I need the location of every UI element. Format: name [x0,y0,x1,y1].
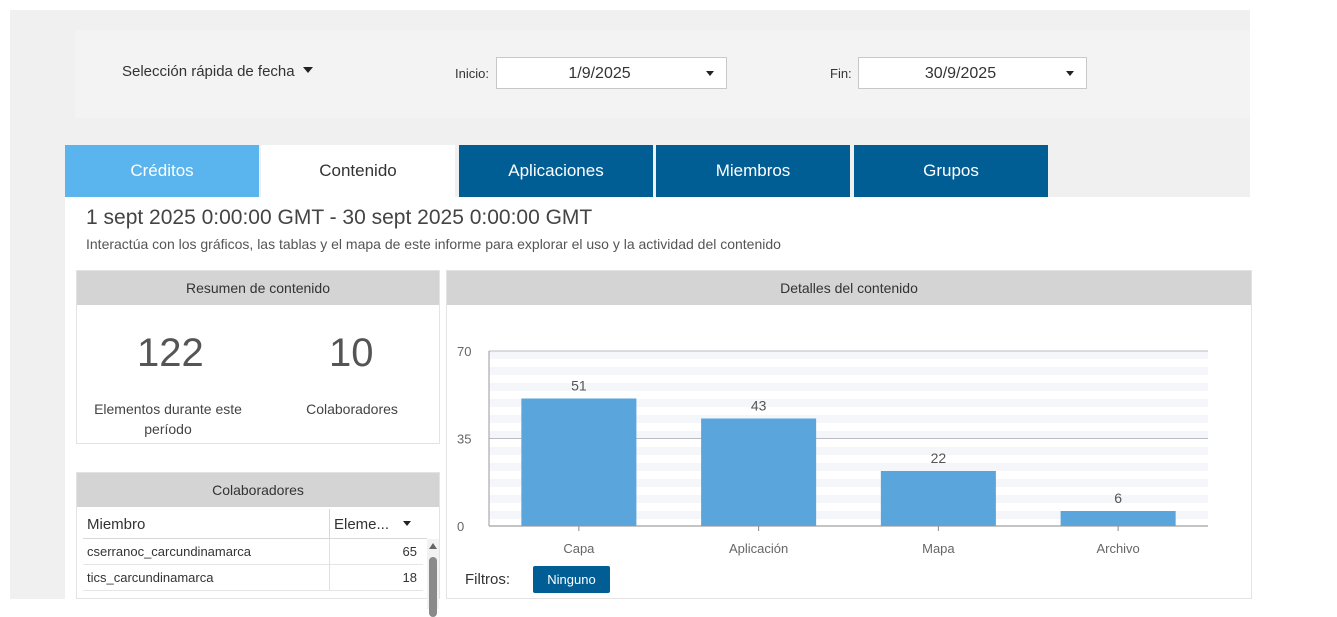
report-date-range: 1 sept 2025 0:00:00 GMT - 30 sept 2025 0… [86,206,593,229]
content-details-chart: 0 35 70 51 Capa 43 Aplicación 22 Mapa 6 Archivo [457,344,1208,556]
caret-down-icon [1066,71,1074,76]
start-date-select[interactable]: 1/9/2025 [496,57,727,89]
end-date-select[interactable]: 30/9/2025 [858,57,1087,89]
table-row[interactable]: cserranoc_carcundinamarca 65 [83,539,423,565]
end-date-value: 30/9/2025 [924,65,997,82]
contributors-count: 10 [329,331,374,375]
contributors-label: Colaboradores [306,401,398,417]
items-label: Elementos durante este período [94,401,242,437]
end-date-label: Fin: [830,66,852,81]
tab-aplicaciones[interactable]: Aplicaciones [459,145,653,197]
contributors-header: Colaboradores [77,473,439,507]
row-member: cserranoc_carcundinamarca [87,544,252,559]
y-tick-label: 70 [457,344,471,359]
filter-none-button[interactable]: Ninguno [533,566,610,593]
contributors-card: Colaboradores Miembro Eleme... cserranoc… [76,472,440,617]
x-tick-label: Capa [563,541,595,556]
scroll-up-icon[interactable] [429,543,437,549]
grid-stripe [489,351,1208,359]
bar-value-label: 22 [931,450,947,466]
quick-date-dropdown[interactable]: Selección rápida de fecha [122,63,313,80]
tab-creditos[interactable]: Créditos [65,145,259,197]
column-items-header[interactable]: Eleme... [334,516,389,533]
bar [1060,511,1176,526]
row-items: 18 [402,570,417,585]
x-tick-label: Archivo [1096,541,1139,556]
contributors-table-header: Miembro Eleme... [83,509,427,539]
bar-value-label: 43 [751,398,767,414]
bar [521,398,637,526]
bar-value-label: 6 [1114,490,1122,506]
items-count: 122 [137,331,204,375]
scroll-thumb[interactable] [429,557,437,617]
row-member: tics_carcundinamarca [87,570,214,585]
content-summary-header: Resumen de contenido [77,271,439,305]
y-tick-label: 35 [457,432,471,447]
grid-stripe [489,359,1208,367]
filters-label: Filtros: [465,571,510,588]
y-tick-label: 0 [457,519,464,534]
column-divider [329,565,330,591]
caret-down-icon [706,71,714,76]
quick-date-label: Selección rápida de fecha [122,63,295,80]
table-row[interactable]: tics_carcundinamarca 18 [83,565,423,591]
x-tick-label: Mapa [922,541,955,556]
start-date-label: Inicio: [455,66,489,81]
grid-stripe [489,375,1208,383]
bar-value-label: 51 [571,378,587,394]
bar [880,471,996,526]
grid-stripe [489,367,1208,375]
column-member-header[interactable]: Miembro [87,516,145,533]
column-divider [329,539,330,565]
bar [701,418,817,526]
caret-down-icon [302,67,313,73]
grid-stripe [489,383,1208,391]
content-details-header: Detalles del contenido [447,271,1251,305]
tab-miembros[interactable]: Miembros [656,145,850,197]
grid-stripe [489,391,1208,399]
tab-grupos[interactable]: Grupos [854,145,1048,197]
sort-caret-icon[interactable] [403,521,411,526]
tab-contenido[interactable]: Contenido [261,145,455,197]
row-items: 65 [402,544,417,559]
start-date-value: 1/9/2025 [568,65,631,82]
content-summary-card: Resumen de contenido 122 Elementos duran… [76,270,440,444]
x-tick-label: Aplicación [729,541,788,556]
column-divider [329,509,330,539]
report-description: Interactúa con los gráficos, las tablas … [86,236,781,252]
